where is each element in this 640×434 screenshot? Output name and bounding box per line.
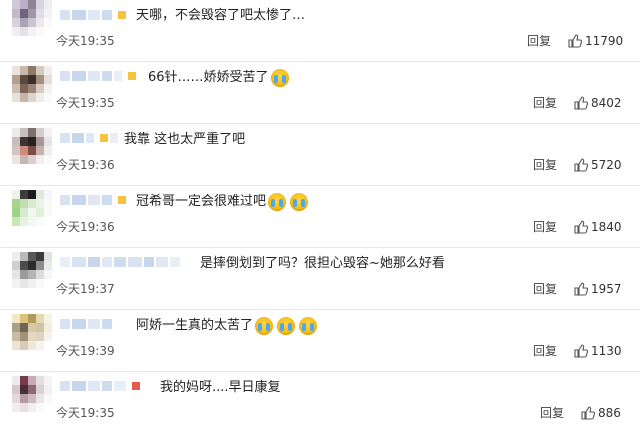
comment-text: 我靠 这也太严重了吧 [124,132,246,147]
crying-face-emoji-icon [277,316,296,335]
like-button[interactable]: 1840 [574,219,622,235]
comment-time: 今天19:35 [56,406,115,420]
username-blurred[interactable] [60,8,126,22]
like-button[interactable]: 1957 [574,281,622,297]
like-count: 1840 [591,220,622,234]
username-blurred[interactable] [60,131,118,145]
crying-face-emoji-icon [255,316,274,335]
comment-time: 今天19:37 [56,282,115,296]
like-button[interactable]: 886 [581,405,621,421]
vip-badge-icon [118,11,126,19]
reply-button[interactable]: 回复 [533,344,557,358]
comment-text: 天哪，不会毁容了吧太惨了… [136,8,306,23]
comment-time: 今天19:35 [56,34,115,48]
avatar[interactable] [12,376,52,412]
thumbs-up-icon [574,282,588,296]
like-count: 8402 [591,96,622,110]
comment-item: 66针……娇娇受苦了 今天19:35 回复 8402 [0,62,640,124]
thumbs-up-icon [574,96,588,110]
like-count: 1130 [591,344,622,358]
vip-badge-icon [100,134,108,142]
vip-badge-icon [118,196,126,204]
comment-text: 冠希哥一定会很难过吧 [136,187,310,217]
comment-item: 天哪，不会毁容了吧太惨了… 今天19:35 回复 11790 [0,0,640,62]
like-count: 5720 [591,158,622,172]
comment-time: 今天19:36 [56,158,115,172]
username-blurred[interactable] [60,379,140,393]
comment-item: 阿娇一生真的太苦了 今天19:39 回复 1130 [0,310,640,372]
crying-face-emoji-icon [290,192,309,211]
reply-button[interactable]: 回复 [527,34,551,48]
crying-face-emoji-icon [268,192,287,211]
like-count: 11790 [585,34,624,48]
like-button[interactable]: 11790 [568,33,623,49]
reply-button[interactable]: 回复 [533,158,557,172]
crying-face-emoji-icon [270,68,289,87]
comment-item: 我靠 这也太严重了吧 今天19:36 回复 5720 [0,124,640,186]
reply-button[interactable]: 回复 [533,282,557,296]
comment-time: 今天19:36 [56,220,115,234]
thumbs-up-icon [574,344,588,358]
avatar[interactable] [12,0,52,36]
comment-item: 我的妈呀....早日康复 今天19:35 回复 886 [0,372,640,434]
like-button[interactable]: 1130 [574,343,622,359]
like-count: 1957 [591,282,622,296]
username-blurred[interactable] [60,69,136,83]
avatar[interactable] [12,314,52,350]
avatar[interactable] [12,252,52,288]
reply-button[interactable]: 回复 [533,96,557,110]
like-button[interactable]: 8402 [574,95,622,111]
avatar[interactable] [12,190,52,226]
comment-text: 66针……娇娇受苦了 [148,63,291,93]
like-count: 886 [598,406,621,420]
comment-time: 今天19:39 [56,344,115,358]
comment-text: 我的妈呀....早日康复 [160,380,281,395]
vip-badge-icon [128,72,136,80]
avatar[interactable] [12,128,52,164]
username-blurred[interactable] [60,193,126,207]
thumbs-up-icon [574,158,588,172]
thumbs-up-icon [568,34,582,48]
comment-item: 冠希哥一定会很难过吧 今天19:36 回复 1840 [0,186,640,248]
username-blurred[interactable] [60,317,112,331]
thumbs-up-icon [581,406,595,420]
comment-text: 阿娇一生真的太苦了 [136,311,319,341]
reply-button[interactable]: 回复 [540,406,564,420]
crying-face-emoji-icon [299,316,318,335]
vip-badge-icon [132,382,140,390]
username-blurred[interactable] [60,255,180,269]
avatar[interactable] [12,66,52,102]
comment-text: 是摔倒划到了吗？很担心毁容~她那么好看 [200,256,445,271]
thumbs-up-icon [574,220,588,234]
reply-button[interactable]: 回复 [533,220,557,234]
comment-time: 今天19:35 [56,96,115,110]
comment-item: 是摔倒划到了吗？很担心毁容~她那么好看 今天19:37 回复 1957 [0,248,640,310]
like-button[interactable]: 5720 [574,157,622,173]
